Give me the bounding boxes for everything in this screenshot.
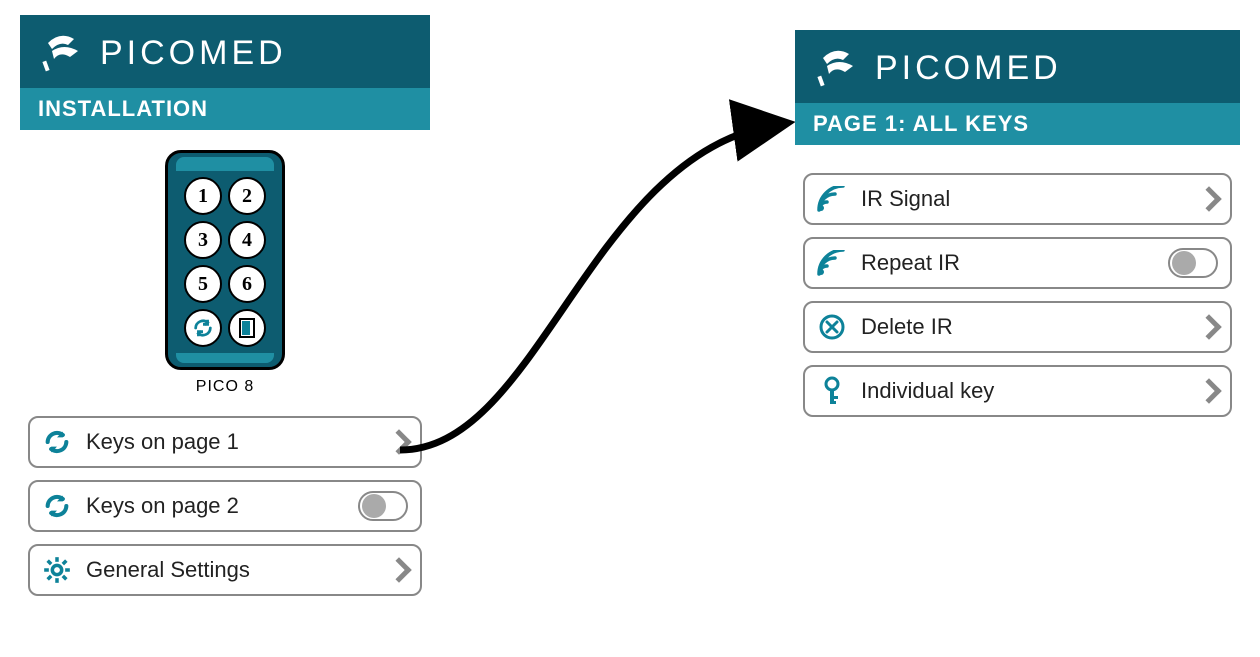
device-key-door <box>228 309 266 347</box>
toggle-off[interactable] <box>1168 248 1218 278</box>
rotate-icon <box>42 427 72 457</box>
menu-label: Keys on page 1 <box>86 429 344 455</box>
menu-label: Delete IR <box>861 314 1154 340</box>
menu-label: Keys on page 2 <box>86 493 344 519</box>
device-label: PICO 8 <box>196 378 254 396</box>
gear-icon <box>42 555 72 585</box>
toggle-off[interactable] <box>358 491 408 521</box>
chevron-right-icon <box>1196 186 1221 211</box>
device-key-5: 5 <box>184 265 222 303</box>
device-key-1: 1 <box>184 177 222 215</box>
device-key-2: 2 <box>228 177 266 215</box>
subtitle-installation: INSTALLATION <box>20 88 430 130</box>
menu-label: IR Signal <box>861 186 1154 212</box>
menu-keys-page-1[interactable]: Keys on page 1 <box>28 416 422 468</box>
installation-menu: Keys on page 1 Keys on page 2 General Se… <box>20 406 430 596</box>
signal-icon <box>817 248 847 278</box>
chevron-right-icon <box>1196 378 1221 403</box>
pico8-device: 1 2 3 4 5 6 <box>165 150 285 370</box>
key-icon <box>817 376 847 406</box>
installation-screen: PICOMED INSTALLATION 1 2 3 4 5 6 PICO 8 <box>20 15 430 596</box>
chevron-right-icon <box>386 557 411 582</box>
subtitle-all-keys: PAGE 1: ALL KEYS <box>795 103 1240 145</box>
bird-logo-icon <box>38 29 86 78</box>
bird-logo-icon <box>813 44 861 93</box>
device-illustration: 1 2 3 4 5 6 PICO 8 <box>20 150 430 396</box>
chevron-right-icon <box>386 429 411 454</box>
menu-label: Individual key <box>861 378 1154 404</box>
brand-bar-left: PICOMED <box>20 15 430 88</box>
menu-ir-signal[interactable]: IR Signal <box>803 173 1232 225</box>
menu-repeat-ir[interactable]: Repeat IR <box>803 237 1232 289</box>
brand-name: PICOMED <box>100 34 287 73</box>
brand-bar-right: PICOMED <box>795 30 1240 103</box>
menu-individual-key[interactable]: Individual key <box>803 365 1232 417</box>
menu-general-settings[interactable]: General Settings <box>28 544 422 596</box>
all-keys-screen: PICOMED PAGE 1: ALL KEYS IR Signal Repea… <box>795 30 1240 417</box>
device-key-3: 3 <box>184 221 222 259</box>
x-circle-icon <box>817 312 847 342</box>
menu-label: General Settings <box>86 557 344 583</box>
menu-delete-ir[interactable]: Delete IR <box>803 301 1232 353</box>
device-key-6: 6 <box>228 265 266 303</box>
menu-label: Repeat IR <box>861 250 1154 276</box>
navigation-arrow <box>380 70 820 470</box>
rotate-icon <box>42 491 72 521</box>
menu-keys-page-2[interactable]: Keys on page 2 <box>28 480 422 532</box>
brand-name: PICOMED <box>875 49 1062 88</box>
device-key-4: 4 <box>228 221 266 259</box>
device-key-rotate <box>184 309 222 347</box>
all-keys-menu: IR Signal Repeat IR Delete IR Individual… <box>795 163 1240 417</box>
chevron-right-icon <box>1196 314 1221 339</box>
signal-icon <box>817 184 847 214</box>
